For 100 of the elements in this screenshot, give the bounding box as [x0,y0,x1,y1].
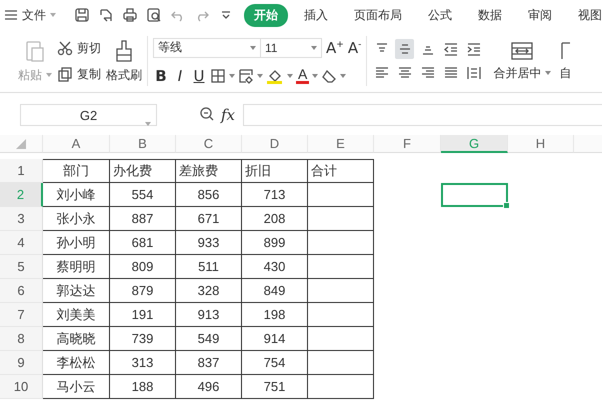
ribbon-tab[interactable]: 插入 [294,4,338,26]
table-cell [308,303,374,327]
table-cell: 李松松 [43,351,110,375]
table-cell: 孙小明 [43,231,110,255]
table-cell [308,279,374,303]
caret-icon[interactable] [312,74,318,78]
ribbon-tab[interactable]: 视图 [568,4,602,26]
font-name-dropdown[interactable]: 等线 [153,38,261,58]
table-cell: 208 [242,207,308,231]
row-header[interactable]: 6 [0,279,43,303]
table-cell: 蔡明明 [43,255,110,279]
column-header[interactable]: D [242,135,308,153]
pencil-grid-icon[interactable] [238,68,254,84]
table-cell: 671 [176,207,242,231]
copy-button[interactable]: 复制 [77,66,101,82]
table-cell: 188 [110,375,176,399]
row-header[interactable]: 5 [0,255,43,279]
increase-font-button[interactable]: A$^{+}$ [326,38,344,56]
table-cell: 张小永 [43,207,110,231]
table-cell: 差旅费 [176,159,242,183]
table-cell: 739 [110,327,176,351]
ribbon-tab[interactable]: 审阅 [518,4,562,26]
table-cell: 914 [242,327,308,351]
wrap-text-button[interactable]: 自 [559,64,572,82]
preview-icon[interactable] [146,7,162,23]
table-cell: 198 [242,303,308,327]
table-cell: 554 [110,183,176,207]
column-header[interactable]: A [43,135,110,153]
table-cell: 913 [176,303,242,327]
font-size-dropdown[interactable]: 11 [260,38,322,58]
row-header[interactable]: 9 [0,351,43,375]
active-cell[interactable] [441,183,508,207]
caret-icon[interactable] [340,74,346,78]
ribbon-tab[interactable]: 页面布局 [344,4,412,26]
bold-button[interactable]: B [153,66,169,84]
decrease-font-button[interactable]: A$^{-}$ [348,38,362,56]
row-header[interactable]: 7 [0,303,43,327]
row-header[interactable]: 3 [0,207,43,231]
merge-center-button[interactable]: 合并居中 [493,64,542,82]
caret-icon[interactable] [250,46,256,50]
formula-input[interactable] [243,104,602,126]
format-painter-button[interactable]: 格式刷 [106,66,142,84]
row-header[interactable]: 4 [0,231,43,255]
caret-icon[interactable] [257,74,263,78]
table-cell: 849 [242,279,308,303]
table-cell: 高晓晓 [43,327,110,351]
table-cell: 549 [176,327,242,351]
caret-icon[interactable] [545,71,552,75]
caret-icon[interactable] [311,46,317,50]
file-menu[interactable]: 文件 [22,6,46,24]
fill-bucket-icon[interactable] [266,68,284,84]
menu-icon[interactable] [4,8,18,22]
print-icon[interactable] [122,7,138,23]
ribbon-tab[interactable]: 公式 [418,4,462,26]
table-cell: 713 [242,183,308,207]
table-cell: 刘美美 [43,303,110,327]
row-header[interactable]: 8 [0,327,43,351]
table-cell: 430 [242,255,308,279]
eraser-icon[interactable] [321,68,338,84]
table-cell: 681 [110,231,176,255]
table-cell: 496 [176,375,242,399]
ribbon-tab[interactable]: 数据 [468,4,512,26]
cut-button[interactable]: 剪切 [77,40,101,56]
caret-icon[interactable] [287,74,293,78]
table-cell [308,351,374,375]
export-icon[interactable] [98,7,114,23]
table-cell [308,375,374,399]
font-color-button[interactable]: A [296,67,310,84]
row-header[interactable]: 10 [0,375,43,399]
table-cell: 856 [176,183,242,207]
table-cell: 刘小峰 [43,183,110,207]
brush-icon[interactable] [114,38,134,62]
fx-label[interactable]: fx [221,106,236,124]
column-header[interactable]: B [110,135,176,153]
column-header[interactable]: C [176,135,242,153]
table-cell: 511 [176,255,242,279]
border-grid-icon[interactable] [210,68,226,84]
column-header[interactable]: H [508,135,574,153]
table-cell [308,255,374,279]
table-cell: 郭达达 [43,279,110,303]
caret-icon[interactable] [229,74,235,78]
row-header[interactable]: 1 [0,159,43,183]
table-cell: 754 [242,351,308,375]
underline-button[interactable]: U [191,66,207,84]
table-cell: 933 [176,231,242,255]
table-cell: 837 [176,351,242,375]
column-header[interactable]: F [374,135,441,153]
scissors-icon[interactable] [57,40,73,56]
zoom-icon[interactable] [199,106,215,122]
column-header[interactable]: E [308,135,374,153]
table-cell: 部门 [43,159,110,183]
italic-button[interactable]: I [172,66,188,84]
save-icon[interactable] [74,7,90,23]
table-cell [308,183,374,207]
name-box[interactable]: G2 [20,104,157,126]
copy-icon[interactable] [57,66,73,82]
merge-cells-icon[interactable] [510,40,534,60]
table-cell: 191 [110,303,176,327]
table-cell: 879 [110,279,176,303]
table-cell: 809 [110,255,176,279]
